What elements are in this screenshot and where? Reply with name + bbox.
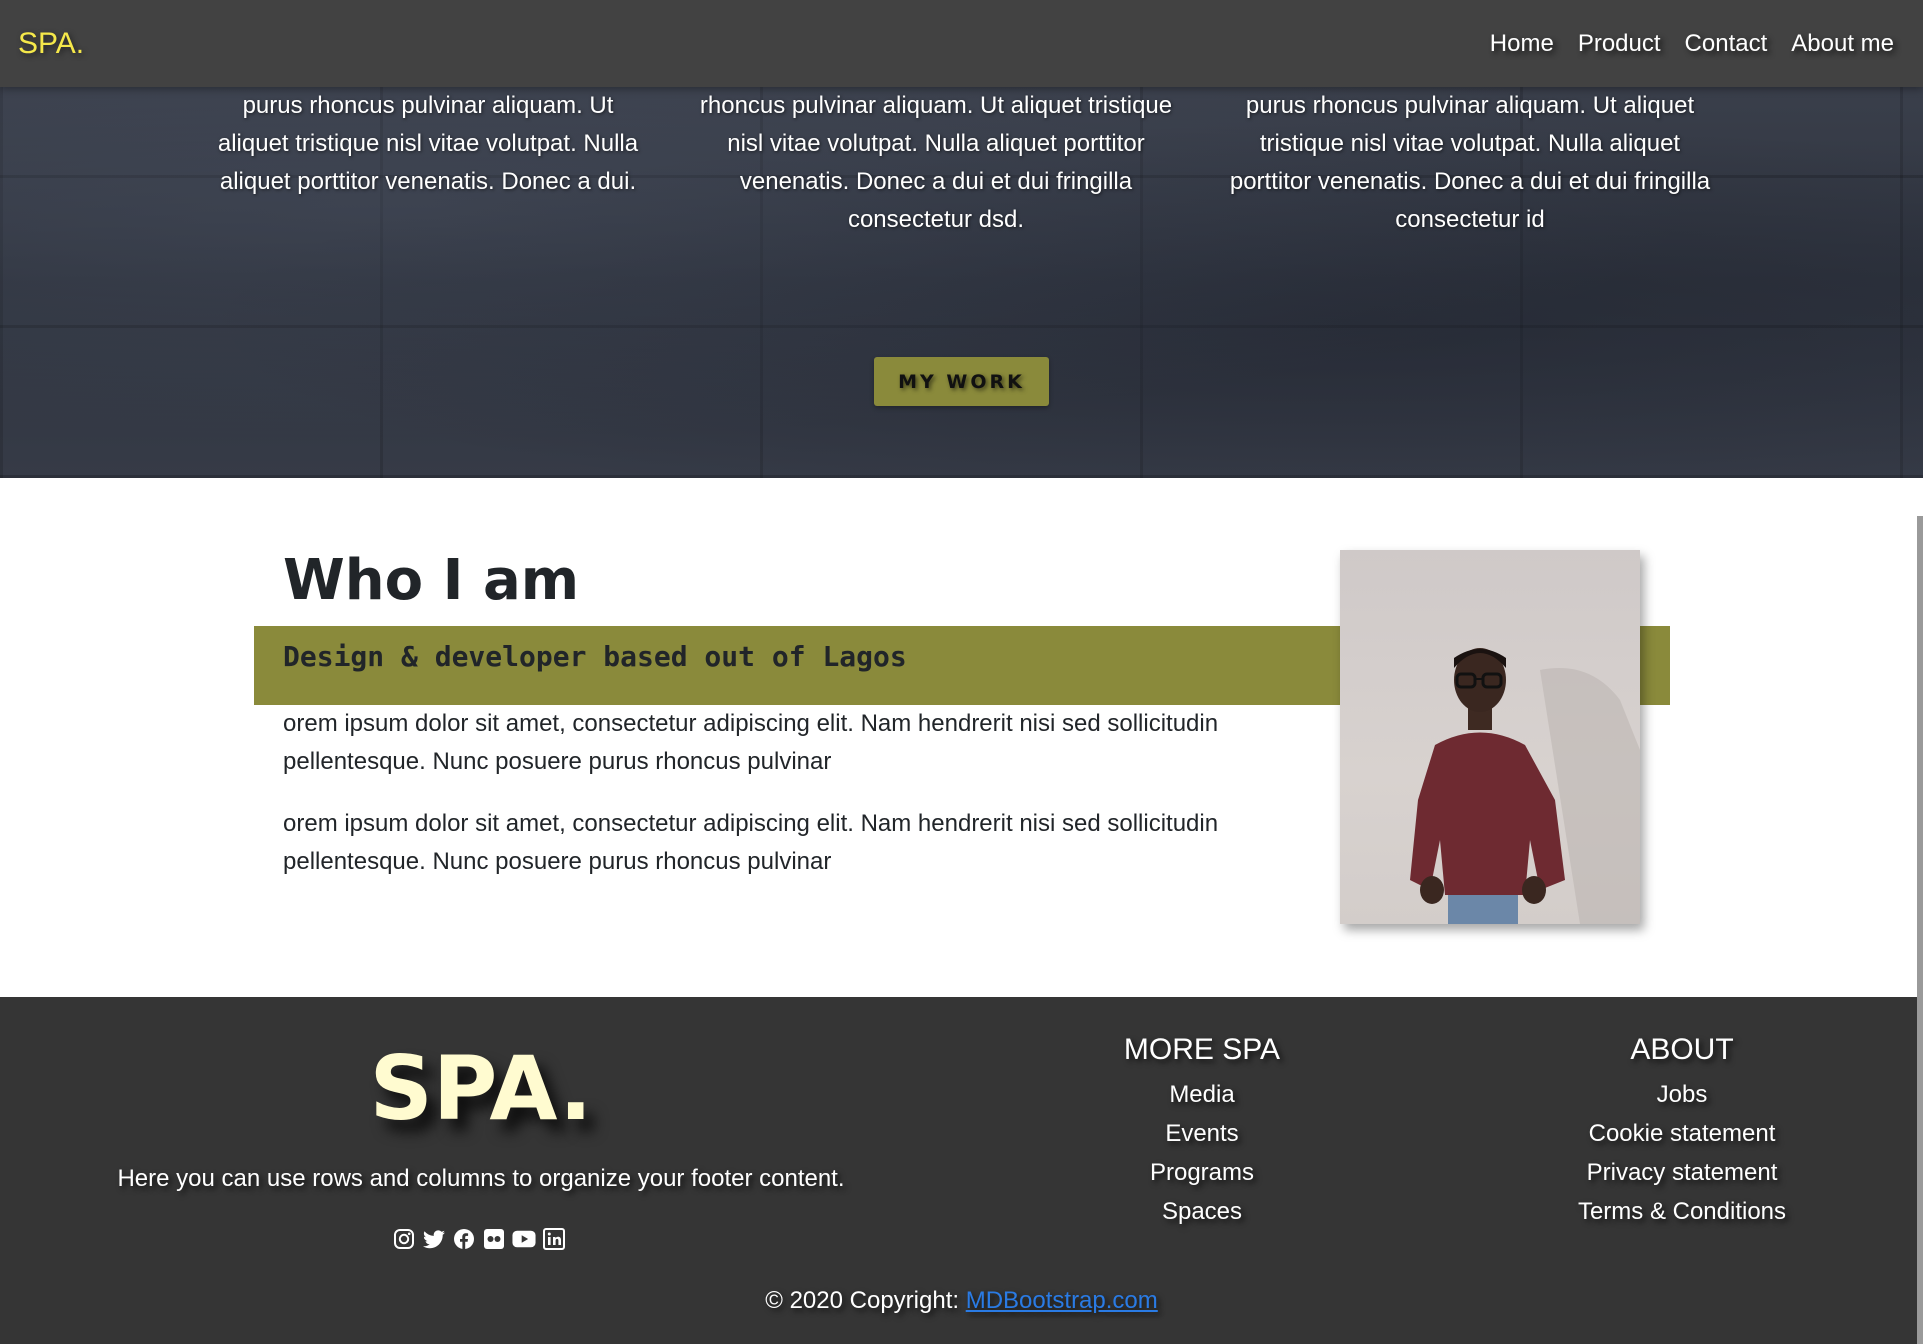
footer-link-events[interactable]: Events xyxy=(1102,1114,1302,1153)
hero-text-column-2: rhoncus pulvinar aliquam. Ut aliquet tri… xyxy=(699,92,1173,233)
footer-link-programs[interactable]: Programs xyxy=(1102,1153,1302,1192)
scrollbar[interactable] xyxy=(1917,516,1923,1344)
footer-link-terms[interactable]: Terms & Conditions xyxy=(1562,1192,1802,1231)
footer: SPA. Here you can use rows and columns t… xyxy=(0,997,1923,1344)
navbar: SPA. Home Product Contact About me xyxy=(0,0,1923,87)
about-section: Who I am Design & developer based out of… xyxy=(0,478,1923,997)
footer-about: ABOUT Jobs Cookie statement Privacy stat… xyxy=(1562,1033,1802,1231)
facebook-icon[interactable] xyxy=(452,1227,476,1251)
footer-link-media[interactable]: Media xyxy=(1102,1075,1302,1114)
about-subtitle: Design & developer based out of Lagos xyxy=(283,640,907,673)
about-paragraph-2: orem ipsum dolor sit amet, consectetur a… xyxy=(283,810,1219,875)
instagram-icon[interactable] xyxy=(392,1227,416,1251)
nav-link-contact[interactable]: Contact xyxy=(1685,30,1768,58)
hero-text-column-3: purus rhoncus pulvinar aliquam. Ut aliqu… xyxy=(1229,92,1711,233)
footer-logo: SPA. xyxy=(369,1037,593,1140)
about-paragraph-1: orem ipsum dolor sit amet, consectetur a… xyxy=(283,710,1219,775)
copyright-text: © 2020 Copyright: xyxy=(765,1287,960,1314)
linkedin-icon[interactable] xyxy=(542,1227,566,1251)
nav-links: Home Product Contact About me xyxy=(1466,30,1894,58)
footer-link-spaces[interactable]: Spaces xyxy=(1102,1192,1302,1231)
hero-text-column-1: purus rhoncus pulvinar aliquam. Ut aliqu… xyxy=(217,92,639,195)
my-work-button[interactable]: MY WORK xyxy=(874,357,1049,406)
copyright-link[interactable]: MDBootstrap.com xyxy=(966,1287,1158,1314)
about-title: Who I am xyxy=(283,548,580,613)
footer-about-heading: ABOUT xyxy=(1630,1033,1734,1066)
footer-more-heading: MORE SPA xyxy=(1123,1033,1281,1066)
copyright: © 2020 Copyright: MDBootstrap.com xyxy=(0,1287,1923,1315)
nav-link-product[interactable]: Product xyxy=(1578,30,1661,58)
nav-link-about-me[interactable]: About me xyxy=(1791,30,1894,58)
flickr-icon[interactable] xyxy=(482,1227,506,1251)
hero-section: purus rhoncus pulvinar aliquam. Ut aliqu… xyxy=(0,87,1923,478)
footer-link-privacy[interactable]: Privacy statement xyxy=(1562,1153,1802,1192)
twitter-icon[interactable] xyxy=(422,1227,446,1251)
social-icons xyxy=(392,1227,566,1251)
footer-description: Here you can use rows and columns to org… xyxy=(117,1165,845,1192)
youtube-icon[interactable] xyxy=(512,1227,536,1251)
navbar-brand[interactable]: SPA. xyxy=(18,27,84,61)
footer-link-cookie[interactable]: Cookie statement xyxy=(1562,1114,1802,1153)
portrait-photo xyxy=(1340,550,1640,924)
footer-more-spa: MORE SPA Media Events Programs Spaces xyxy=(1102,1033,1302,1231)
nav-link-home[interactable]: Home xyxy=(1490,30,1554,58)
footer-link-jobs[interactable]: Jobs xyxy=(1562,1075,1802,1114)
